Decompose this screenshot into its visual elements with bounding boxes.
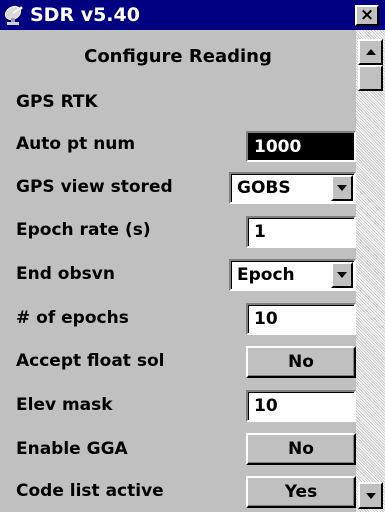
close-button[interactable]: × (355, 5, 379, 26)
end-obsvn-label: End obsvn (16, 264, 115, 284)
gps-view-stored-label: GPS view stored (16, 177, 173, 197)
close-icon: × (359, 5, 375, 25)
num-epochs-field[interactable]: 10 (246, 303, 356, 335)
satellite-dish-icon (4, 5, 23, 25)
enable-gga-label: Enable GGA (16, 439, 128, 459)
form-area: Configure Reading GPS RTK Auto pt num 10… (0, 30, 356, 512)
scroll-down-button[interactable] (358, 482, 383, 509)
enable-gga-toggle[interactable]: No (246, 433, 356, 465)
scroll-up-button[interactable] (358, 39, 383, 65)
end-obsvn-dropdown[interactable]: Epoch (229, 259, 356, 291)
auto-pt-num-field[interactable]: 1000 (246, 131, 356, 162)
gps-view-stored-value: GOBS (237, 178, 291, 198)
app-window: SDR v5.40 × Configure Reading GPS RTK Au… (0, 0, 385, 512)
section-label: GPS RTK (16, 92, 98, 112)
epoch-rate-field[interactable]: 1 (246, 216, 356, 248)
dropdown-arrow-icon[interactable] (331, 262, 353, 288)
page-heading: Configure Reading (84, 46, 272, 67)
end-obsvn-value: Epoch (237, 265, 295, 285)
window-title: SDR v5.40 (30, 4, 140, 26)
auto-pt-num-label: Auto pt num (16, 134, 136, 154)
title-bar[interactable]: SDR v5.40 × (0, 0, 385, 30)
elev-mask-label: Elev mask (16, 395, 113, 415)
num-epochs-label: # of epochs (16, 308, 129, 328)
accept-float-sol-label: Accept float sol (16, 351, 165, 371)
epoch-rate-label: Epoch rate (s) (16, 220, 151, 240)
accept-float-sol-toggle[interactable]: No (246, 346, 356, 378)
code-list-active-toggle[interactable]: Yes (246, 476, 356, 508)
gps-view-stored-dropdown[interactable]: GOBS (229, 172, 356, 204)
scroll-down-arrow-icon (365, 492, 376, 499)
vertical-scrollbar[interactable] (356, 30, 385, 512)
code-list-active-label: Code list active (16, 481, 164, 501)
dropdown-arrow-icon[interactable] (331, 175, 353, 201)
scrollbar-thumb[interactable] (358, 65, 383, 91)
scroll-up-arrow-icon (365, 49, 376, 55)
elev-mask-field[interactable]: 10 (246, 390, 356, 422)
